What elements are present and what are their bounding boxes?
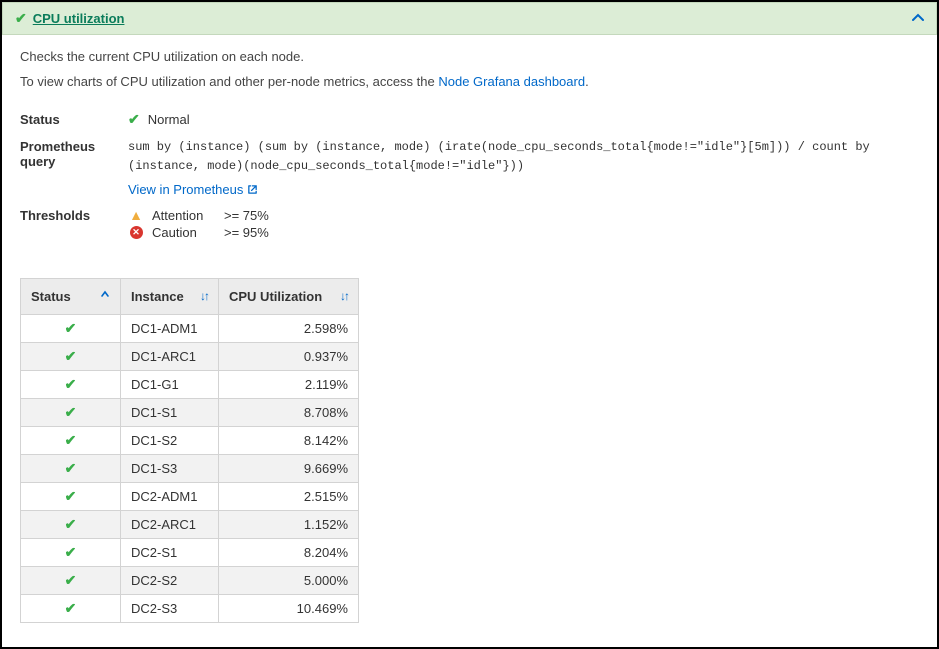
check-icon: ✔ xyxy=(65,432,77,448)
row-status-cell: ✔ xyxy=(21,539,121,567)
row-status-cell: ✔ xyxy=(21,483,121,511)
table-row: ✔ DC1-S39.669% xyxy=(21,455,359,483)
threshold-label: Attention xyxy=(152,208,216,223)
row-cpu-cell: 5.000% xyxy=(219,567,359,595)
check-icon: ✔ xyxy=(65,516,77,532)
row-cpu-cell: 8.142% xyxy=(219,427,359,455)
row-status-cell: ✔ xyxy=(21,427,121,455)
check-icon: ✔ xyxy=(65,376,77,392)
row-status-cell: ✔ xyxy=(21,399,121,427)
row-cpu-cell: 1.152% xyxy=(219,511,359,539)
caution-circle-icon: ✕ xyxy=(128,226,144,239)
check-icon: ✔ xyxy=(65,544,77,560)
check-icon: ✔ xyxy=(65,572,77,588)
column-header-status[interactable]: Status xyxy=(21,279,121,315)
table-row: ✔ DC2-S18.204% xyxy=(21,539,359,567)
thresholds-label: Thresholds xyxy=(20,207,128,223)
table-row: ✔ DC1-G12.119% xyxy=(21,371,359,399)
column-header-instance-text: Instance xyxy=(131,289,184,304)
table-row: ✔ DC1-ARC10.937% xyxy=(21,343,359,371)
description-line-2: To view charts of CPU utilization and ot… xyxy=(20,74,919,89)
check-icon: ✔ xyxy=(128,111,140,128)
table-row: ✔ DC2-S25.000% xyxy=(21,567,359,595)
row-status-cell: ✔ xyxy=(21,371,121,399)
table-row: ✔ DC2-ADM12.515% xyxy=(21,483,359,511)
row-instance-cell: DC1-S3 xyxy=(121,455,219,483)
chevron-up-icon xyxy=(912,12,924,24)
collapse-toggle[interactable] xyxy=(912,11,924,27)
row-instance-cell: DC2-ADM1 xyxy=(121,483,219,511)
thresholds-list: ▲ Attention >= 75% ✕ Caution >= 95% xyxy=(128,207,919,242)
threshold-row: ▲ Attention >= 75% xyxy=(128,207,919,223)
threshold-row: ✕ Caution >= 95% xyxy=(128,225,919,240)
column-header-status-text: Status xyxy=(31,289,71,304)
row-status-cell: ✔ xyxy=(21,511,121,539)
row-cpu-cell: 8.708% xyxy=(219,399,359,427)
prometheus-query-text: sum by (instance) (sum by (instance, mod… xyxy=(128,138,919,176)
external-link-icon xyxy=(247,184,258,195)
row-cpu-cell: 10.469% xyxy=(219,595,359,623)
row-cpu-cell: 9.669% xyxy=(219,455,359,483)
check-icon: ✔ xyxy=(65,460,77,476)
check-icon: ✔ xyxy=(65,488,77,504)
check-icon: ✔ xyxy=(15,10,27,27)
table-row: ✔ DC2-S310.469% xyxy=(21,595,359,623)
row-instance-cell: DC2-S2 xyxy=(121,567,219,595)
row-cpu-cell: 8.204% xyxy=(219,539,359,567)
sort-up-icon xyxy=(100,289,110,302)
warning-triangle-icon: ▲ xyxy=(128,207,144,223)
check-icon: ✔ xyxy=(65,348,77,364)
row-instance-cell: DC1-G1 xyxy=(121,371,219,399)
sort-icon: ↓↑ xyxy=(200,289,208,303)
status-value: Normal xyxy=(148,112,190,127)
row-cpu-cell: 2.515% xyxy=(219,483,359,511)
column-header-cpu[interactable]: CPU Utilization ↓↑ xyxy=(219,279,359,315)
row-cpu-cell: 2.119% xyxy=(219,371,359,399)
sort-icon: ↓↑ xyxy=(340,289,348,303)
column-header-instance[interactable]: Instance ↓↑ xyxy=(121,279,219,315)
check-icon: ✔ xyxy=(65,320,77,336)
row-instance-cell: DC1-ARC1 xyxy=(121,343,219,371)
threshold-label: Caution xyxy=(152,225,216,240)
description-suffix: . xyxy=(585,74,589,89)
column-header-cpu-text: CPU Utilization xyxy=(229,289,322,304)
row-instance-cell: DC1-ADM1 xyxy=(121,315,219,343)
row-instance-cell: DC2-ARC1 xyxy=(121,511,219,539)
row-status-cell: ✔ xyxy=(21,455,121,483)
row-instance-cell: DC1-S1 xyxy=(121,399,219,427)
table-row: ✔ DC1-S18.708% xyxy=(21,399,359,427)
check-icon: ✔ xyxy=(65,404,77,420)
row-status-cell: ✔ xyxy=(21,567,121,595)
row-status-cell: ✔ xyxy=(21,315,121,343)
panel-title: CPU utilization xyxy=(33,11,125,26)
row-cpu-cell: 0.937% xyxy=(219,343,359,371)
description-line-1: Checks the current CPU utilization on ea… xyxy=(20,49,919,64)
node-grafana-link[interactable]: Node Grafana dashboard xyxy=(438,74,585,89)
prometheus-query-label: Prometheus query xyxy=(20,138,128,169)
threshold-value: >= 95% xyxy=(224,225,269,240)
table-row: ✔ DC1-S28.142% xyxy=(21,427,359,455)
threshold-value: >= 75% xyxy=(224,208,269,223)
view-in-prometheus-link[interactable]: View in Prometheus xyxy=(128,182,258,197)
row-status-cell: ✔ xyxy=(21,595,121,623)
panel-body: Checks the current CPU utilization on ea… xyxy=(2,35,937,637)
row-instance-cell: DC2-S1 xyxy=(121,539,219,567)
row-instance-cell: DC1-S2 xyxy=(121,427,219,455)
row-cpu-cell: 2.598% xyxy=(219,315,359,343)
table-row: ✔ DC1-ADM12.598% xyxy=(21,315,359,343)
view-in-prometheus-text: View in Prometheus xyxy=(128,182,243,197)
status-label: Status xyxy=(20,111,128,127)
cpu-utilization-table: Status Instance ↓↑ CPU Utilization ↓↑ xyxy=(20,278,359,623)
panel-header[interactable]: ✔ CPU utilization xyxy=(2,2,937,35)
row-status-cell: ✔ xyxy=(21,343,121,371)
check-icon: ✔ xyxy=(65,600,77,616)
description-prefix: To view charts of CPU utilization and ot… xyxy=(20,74,438,89)
table-row: ✔ DC2-ARC11.152% xyxy=(21,511,359,539)
row-instance-cell: DC2-S3 xyxy=(121,595,219,623)
